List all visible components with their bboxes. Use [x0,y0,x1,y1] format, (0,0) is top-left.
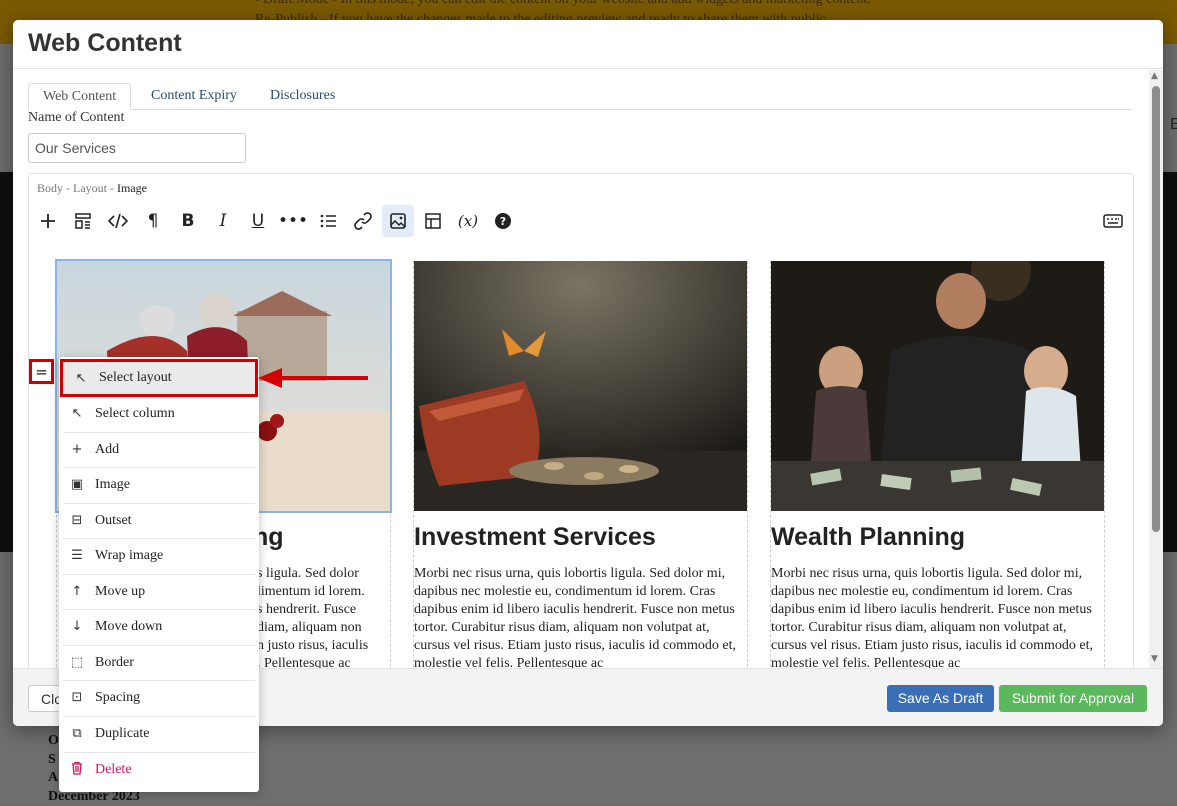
menu-item-label: Duplicate [95,726,149,742]
paragraph-icon[interactable]: ¶ [137,205,169,237]
code-icon[interactable] [102,205,134,237]
image-icon[interactable] [382,205,414,237]
menu-item-label: Spacing [95,690,140,706]
arrow-up-left-icon: ↖ [63,371,99,386]
name-of-content-label: Name of Content [28,110,124,126]
menu-item-select-column[interactable]: ↖ Select column [59,396,259,432]
submit-for-approval-button[interactable]: Submit for Approval [999,685,1147,712]
menu-item-label: Select column [95,406,175,422]
save-as-draft-button[interactable]: Save As Draft [887,685,994,712]
breadcrumb-layout[interactable]: Layout - [73,181,114,195]
wealth-planning-image[interactable] [771,261,1104,511]
editor-toolbar: ¶ B I U ••• (x) ? [29,202,1133,240]
menu-item-outset[interactable]: ⊟ Outset [59,503,259,539]
layout-icon[interactable] [67,205,99,237]
scroll-down-icon[interactable]: ▼ [1151,654,1158,664]
image-icon: ▣ [59,477,95,492]
breadcrumb-image: Image [117,181,147,195]
menu-item-wrap-image[interactable]: ☰ Wrap image [59,538,259,574]
duplicate-icon: ⧉ [59,726,95,741]
content-column-2[interactable]: Investment Services Morbi nec risus urna… [413,261,748,682]
tab-disclosures[interactable]: Disclosures [270,83,335,108]
background-edge-letter: E [1170,116,1177,134]
link-icon[interactable] [347,205,379,237]
outset-icon: ⊟ [59,513,95,528]
variable-icon[interactable]: (x) [452,205,484,237]
menu-item-label: Delete [95,762,132,778]
spacing-icon: ⊡ [59,690,95,705]
column-text: s ligula. Sed dolor limentum id lorem. s… [257,565,397,673]
underline-icon[interactable]: U [242,205,274,237]
menu-item-duplicate[interactable]: ⧉ Duplicate [59,716,259,752]
block-handle-button[interactable]: = [29,359,54,384]
menu-item-label: Move up [95,584,145,600]
column-title: Wealth Planning [771,523,965,552]
menu-item-delete[interactable]: Delete [59,752,259,788]
trash-icon [59,761,95,779]
scroll-up-icon[interactable]: ▲ [1151,71,1158,81]
menu-item-add[interactable]: + Add [59,432,259,468]
arrow-up-left-icon: ↖ [59,406,95,421]
menu-item-label: Image [95,477,130,493]
menu-item-move-down[interactable]: ↓ Move down [59,609,259,645]
content-column-3[interactable]: Wealth Planning Morbi nec risus urna, qu… [770,261,1105,682]
plus-icon[interactable] [32,205,64,237]
keyboard-icon[interactable] [1097,205,1129,237]
arrow-up-icon: ↑ [59,584,95,599]
menu-item-label: Border [95,655,134,671]
menu-item-spacing[interactable]: ⊡ Spacing [59,680,259,716]
table-icon[interactable] [417,205,449,237]
menu-item-image[interactable]: ▣ Image [59,467,259,503]
menu-item-label: Outset [95,513,132,529]
svg-text:?: ? [500,215,506,228]
investment-services-image[interactable] [414,261,747,511]
modal-scrollbar[interactable]: ▲ ▼ [1149,70,1163,668]
menu-item-label: Select layout [99,370,172,386]
wrap-image-icon: ☰ [59,548,95,563]
italic-icon[interactable]: I [207,205,239,237]
breadcrumb-body[interactable]: Body - [37,181,70,195]
arrow-down-icon: ↓ [59,619,95,634]
modal-title: Web Content [28,29,182,58]
block-context-menu: ↖ Select layout ↖ Select column + Add ▣ … [59,357,259,792]
menu-item-select-layout[interactable]: ↖ Select layout [60,359,258,397]
name-of-content-input[interactable] [28,133,246,163]
border-icon: ⬚ [59,655,95,670]
help-icon[interactable]: ? [487,205,519,237]
list-icon[interactable] [312,205,344,237]
menu-item-move-up[interactable]: ↑ Move up [59,574,259,610]
plus-icon: + [59,442,95,457]
menu-item-border[interactable]: ⬚ Border [59,645,259,681]
tab-bar: Web Content Content Expiry Disclosures [28,83,1132,110]
annotation-arrow-icon [256,366,371,390]
menu-item-label: Wrap image [95,548,163,564]
menu-item-label: Move down [95,619,162,635]
breadcrumb: Body - Layout - Image [37,181,147,196]
scrollbar-thumb[interactable] [1152,86,1160,532]
tab-web-content[interactable]: Web Content [28,83,131,110]
column-text: Morbi nec risus urna, quis lobortis ligu… [414,565,744,673]
menu-item-label: Add [95,442,119,458]
more-icon[interactable]: ••• [277,205,309,237]
banner-text-1: - Draft Mode - In this mode, you can edi… [255,0,871,8]
divider [13,68,1163,69]
column-text: Morbi nec risus urna, quis lobortis ligu… [771,565,1101,673]
bold-icon[interactable]: B [172,205,204,237]
column-title: Investment Services [414,523,656,552]
tab-content-expiry[interactable]: Content Expiry [151,83,237,108]
